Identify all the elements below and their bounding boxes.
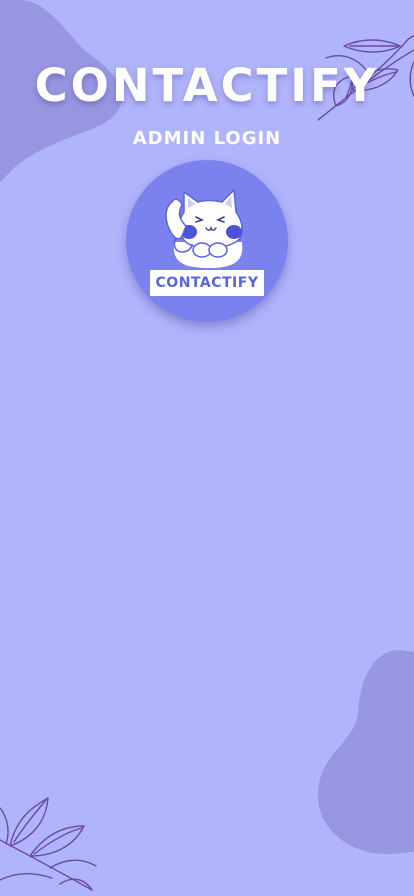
cat-with-phone-icon: [165, 188, 243, 268]
admin-login-screen: CONTACTIFY ADMIN LOGIN CONTACTIFY: [0, 0, 414, 896]
app-title: CONTACTIFY: [34, 59, 380, 112]
logo-text: CONTACTIFY: [155, 275, 259, 291]
admin-login-subtitle: ADMIN LOGIN: [132, 128, 282, 149]
leaf-branch-icon: [0, 797, 97, 891]
app-logo: CONTACTIFY: [126, 160, 288, 322]
logo-text-box: CONTACTIFY: [150, 270, 264, 296]
bottom-right-blob: [317, 650, 414, 855]
